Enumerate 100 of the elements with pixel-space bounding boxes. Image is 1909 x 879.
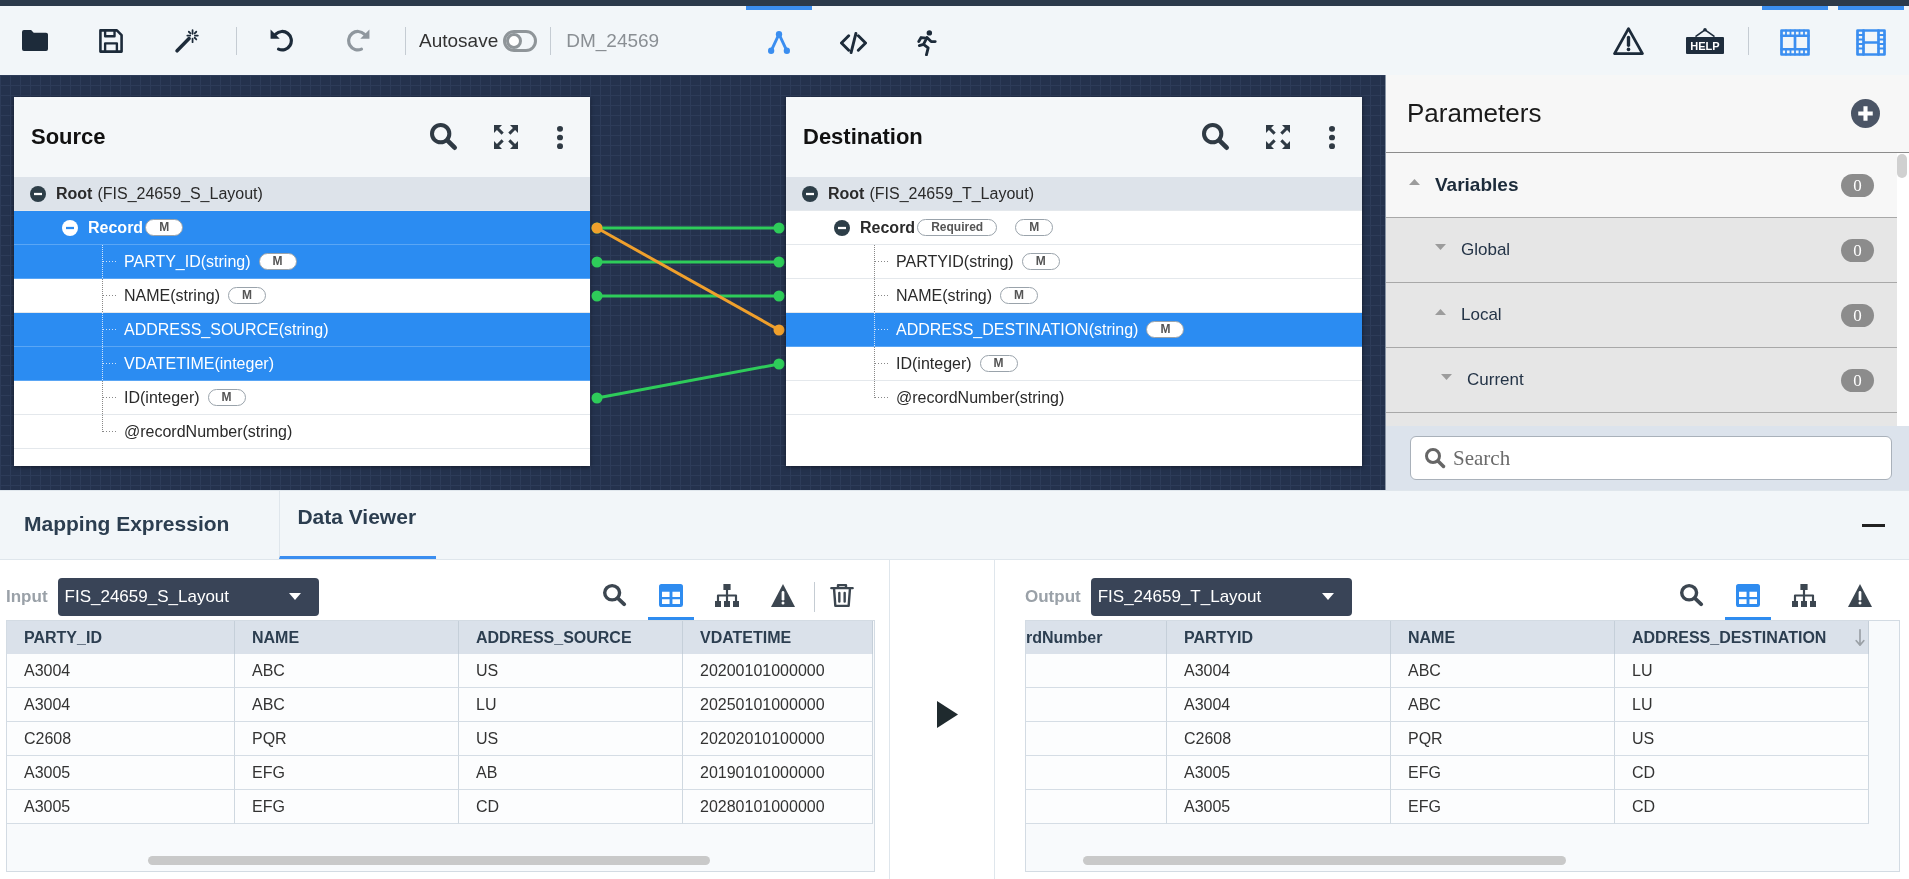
collapse-icon[interactable] [802,185,818,202]
column-header[interactable]: ADDRESS_SOURCE [459,621,683,654]
play-icon[interactable] [936,701,958,728]
add-icon [1851,99,1880,128]
node-label: Record [88,218,144,237]
collapse-icon[interactable] [30,185,46,202]
table-cell: LU [1615,688,1869,722]
search-field[interactable]: Search [1410,436,1892,480]
mapping-connector[interactable] [591,290,785,302]
node-label: VDATETIME(integer) [124,354,274,373]
panel-title: Destination [803,124,923,150]
node-label: ADDRESS_SOURCE(string) [124,320,329,339]
tree-row[interactable]: Record Required M [786,211,1362,245]
column-header[interactable]: ADDRESS_DESTINATION [1615,621,1869,654]
table-icon [659,583,683,607]
column-header[interactable]: NAME [1391,621,1615,654]
folder-icon [22,30,48,51]
column-header[interactable]: PARTY_ID [7,621,235,654]
layout-dropdown[interactable]: FIS_24659_T_Layout [1090,577,1352,616]
tree-row[interactable]: ID(integer) M [786,347,1362,381]
search-icon [430,123,458,151]
field-tag: M [258,253,297,270]
field-tag: M [1021,253,1060,270]
tree-row[interactable]: PARTY_ID(string) M [14,245,590,279]
caret-down-icon [1321,593,1334,600]
node-label: Record [860,218,916,237]
filmstrip-rows-icon [1856,29,1886,56]
table-cell: AB [459,756,683,790]
scrollbar-thumb[interactable] [1083,856,1566,865]
help-button[interactable]: HELP [1675,17,1735,64]
column-header[interactable]: PARTYID [1167,621,1391,654]
scrollbar-thumb[interactable] [148,856,710,865]
column-header[interactable]: rdNumber [1026,621,1167,654]
table-cell: 20202010100000 [683,722,873,756]
parameter-label: Variables [1435,174,1519,196]
table-cell: US [459,654,683,688]
more-options-icon [557,125,563,149]
table-cell: ABC [1391,688,1615,722]
code-icon [839,31,867,54]
table-cell: CD [1615,756,1869,790]
table-cell: EFG [1391,756,1615,790]
minimize-icon [1862,523,1885,527]
search-icon [1425,448,1446,469]
mapping-connector[interactable] [591,358,785,404]
table-cell: EFG [235,756,459,790]
table-cell: PQR [1391,722,1615,756]
tree-row[interactable]: Root (FIS_24659_T_Layout) [786,177,1362,211]
node-label: NAME(string) [896,286,992,305]
field-tag: M [979,355,1018,372]
table-cell: 20250101000000 [683,688,873,722]
table-cell: A3005 [1167,790,1391,824]
tree-row[interactable]: Root (FIS_24659_S_Layout) [14,177,590,211]
tree-row[interactable]: Record M [14,211,590,245]
count-badge: 0 [1841,303,1874,327]
table-cell: 20190101000000 [683,756,873,790]
table-cell: EFG [235,790,459,824]
table-cell: LU [1615,654,1869,688]
panel-tab[interactable]: Data Viewer [279,491,437,559]
tree-row[interactable]: NAME(string) M [786,279,1362,313]
mapping-connector[interactable] [591,256,785,268]
column-header[interactable]: VDATETIME [683,621,873,654]
tree-row[interactable]: PARTYID(string) M [786,245,1362,279]
table-cell: A3005 [1167,756,1391,790]
document-name: DM_24569 [566,29,660,52]
tree-row[interactable]: @recordNumber(string) [14,415,590,449]
tree-row[interactable]: @recordNumber(string) [786,381,1362,415]
node-label: ADDRESS_DESTINATION(string) [896,320,1139,339]
table-cell: 20280101000000 [683,790,873,824]
search-icon [1202,123,1230,151]
node-label: Root (FIS_24659_T_Layout) [828,184,1034,203]
undo-icon [270,29,294,52]
hierarchy-icon [1792,583,1816,607]
table-cell: A3005 [7,756,235,790]
table-cell: EFG [1391,790,1615,824]
table-cell: A3004 [7,688,235,722]
table-cell: ABC [235,688,459,722]
add-parameter-button[interactable] [1851,99,1880,128]
table-cell: ABC [235,654,459,688]
field-tag: M [1015,219,1054,236]
panel-tab[interactable]: Mapping Expression [0,491,280,559]
mapping-connector[interactable] [591,222,785,336]
layout-dropdown[interactable]: FIS_24659_S_Layout [57,577,319,616]
node-label: ID(integer) [124,388,200,407]
tree-row[interactable]: ADDRESS_DESTINATION(string) M [786,313,1362,347]
caret-down-icon [288,593,301,600]
table-cell: A3005 [7,790,235,824]
field-tag: Required [917,219,998,236]
table-cell: C2608 [7,722,235,756]
warning-icon [1848,583,1872,607]
panel-title: Source [31,124,106,150]
scrollbar-thumb[interactable] [1897,154,1907,178]
field-tag: M [145,219,184,236]
field-tag: M [1000,287,1038,304]
tree-row[interactable]: ID(integer) M [14,381,590,415]
redo-icon [346,29,370,52]
autosave-toggle[interactable] [503,29,538,52]
table-cell: C2608 [1167,722,1391,756]
tree-row[interactable]: NAME(string) M [14,279,590,313]
collapse-icon[interactable] [834,219,850,236]
column-header[interactable]: NAME [235,621,459,654]
